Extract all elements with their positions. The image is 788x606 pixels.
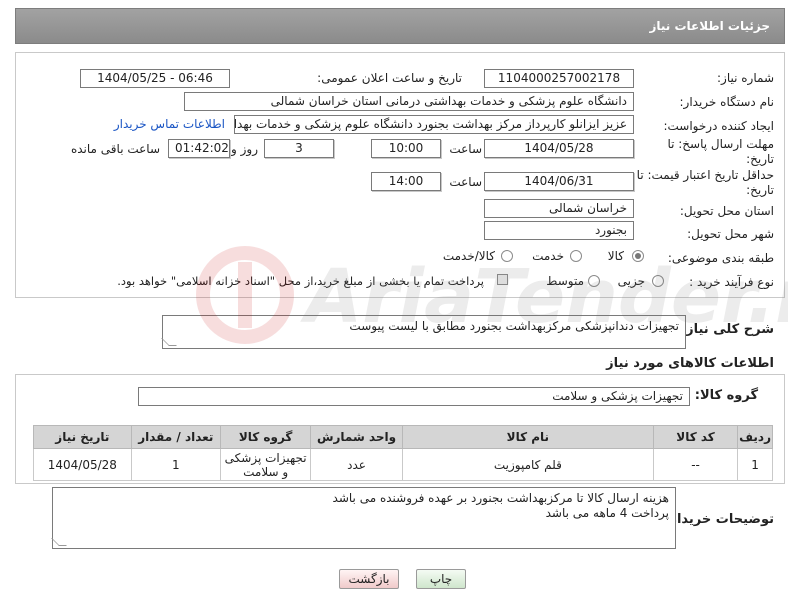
category-radio-goods-service[interactable] xyxy=(501,250,513,262)
remaining-time-field: 01:42:02 xyxy=(168,139,230,158)
need-number-label: شماره نیاز: xyxy=(717,71,774,85)
col-header-date: تاریخ نیاز xyxy=(33,425,132,449)
cell-name: قلم کامپوزیت xyxy=(401,448,654,481)
deadline-time-label: ساعت xyxy=(449,142,482,156)
buyer-notes-line-1: هزینه ارسال کالا تا مرکزبهداشت بجنورد بر… xyxy=(332,491,669,505)
remaining-label: ساعت باقی مانده xyxy=(70,142,160,156)
col-header-name: نام کالا xyxy=(401,425,654,449)
process-type-label: نوع فرآیند خرید : xyxy=(689,275,774,289)
price-validity-time-field: 14:00 xyxy=(371,172,441,191)
deadline-label-text: مهلت ارسال پاسخ: تا تاریخ: xyxy=(667,137,774,166)
cell-row: 1 xyxy=(737,448,773,481)
cell-unit: عدد xyxy=(310,448,403,481)
summary-textarea: تجهیزات دندانپزشکی مرکزبهداشت بجنورد مطا… xyxy=(161,315,686,349)
goods-section-title: اطلاعات کالاهای مورد نیاز xyxy=(606,356,774,371)
process-radio-medium[interactable] xyxy=(588,275,600,287)
back-button[interactable]: بازگشت xyxy=(339,569,399,589)
buyer-org-label: نام دستگاه خریدار: xyxy=(679,95,775,109)
summary-label: شرح کلی نیاز: xyxy=(680,322,774,337)
cell-qty: 1 xyxy=(130,448,221,481)
col-header-unit: واحد شمارش xyxy=(310,425,403,449)
page-title: جزئیات اطلاعات نیاز xyxy=(649,19,770,33)
col-header-row: ردیف xyxy=(737,425,773,449)
goods-group-field: تجهیزات پزشکی و سلامت xyxy=(138,387,690,406)
table-row: 1 -- قلم کامپوزیت عدد تجهیزات پزشکی و سل… xyxy=(33,448,773,481)
category-option-goods: کالا xyxy=(607,249,624,263)
deadline-label: مهلت ارسال پاسخ: تا تاریخ: xyxy=(644,137,774,167)
price-validity-label: حداقل تاریخ اعتبار قیمت: تا تاریخ: xyxy=(624,168,774,198)
price-validity-date-field: 1404/06/31 xyxy=(484,172,634,191)
resize-grip[interactable] xyxy=(161,338,177,346)
price-validity-label-text: حداقل تاریخ اعتبار قیمت: تا تاریخ: xyxy=(636,168,774,197)
deadline-date-field: 1404/05/28 xyxy=(484,139,634,158)
city-label: شهر محل تحویل: xyxy=(687,227,774,241)
process-option-minor: جزیی xyxy=(617,274,645,288)
city-field: بجنورد xyxy=(484,221,634,240)
col-header-group: گروه کالا xyxy=(219,425,312,449)
remaining-days-field: 3 xyxy=(264,139,334,158)
table-header-row: ردیف کد کالا نام کالا واحد شمارش گروه کا… xyxy=(33,425,773,449)
goods-table: ردیف کد کالا نام کالا واحد شمارش گروه کا… xyxy=(33,425,773,481)
category-label: طبقه بندی موضوعی: xyxy=(667,251,774,265)
buyer-notes-line-2: پرداخت 4 ماهه می باشد xyxy=(545,506,669,520)
header-bar: جزئیات اطلاعات نیاز xyxy=(15,8,785,44)
process-radio-minor[interactable] xyxy=(652,275,664,287)
need-number-field: 1104000257002178 xyxy=(484,69,634,88)
announce-datetime-field: 1404/05/25 - 06:46 xyxy=(80,69,230,88)
category-option-service: خدمت xyxy=(532,249,564,263)
buyer-org-field: دانشگاه علوم پزشکی و خدمات بهداشتی درمان… xyxy=(184,92,634,111)
summary-text: تجهیزات دندانپزشکی مرکزبهداشت بجنورد مطا… xyxy=(349,319,679,333)
buyer-notes-textarea: هزینه ارسال کالا تا مرکزبهداشت بجنورد بر… xyxy=(51,487,676,549)
cell-code: -- xyxy=(652,448,739,481)
buyer-notes-label: توضیحات خریدار: xyxy=(664,512,774,527)
col-header-code: کد کالا xyxy=(652,425,739,449)
requester-field: عزیز ایزانلو کارپرداز مرکز بهداشت بجنورد… xyxy=(234,115,634,134)
deadline-time-field: 10:00 xyxy=(371,139,441,158)
province-label: استان محل تحویل: xyxy=(679,204,774,218)
requester-label: ایجاد کننده درخواست: xyxy=(663,119,774,133)
cell-group: تجهیزات پزشکی و سلامت xyxy=(219,448,312,481)
treasury-payment-note: پرداخت تمام یا بخشی از مبلغ خرید،از محل … xyxy=(117,274,484,288)
process-option-medium: متوسط xyxy=(546,274,584,288)
buyer-contact-link[interactable]: اطلاعات تماس خریدار xyxy=(114,117,225,131)
category-option-goods-service: کالا/خدمت xyxy=(442,249,495,263)
category-radio-goods[interactable] xyxy=(632,250,644,262)
resize-grip[interactable] xyxy=(51,538,67,546)
category-radio-service[interactable] xyxy=(570,250,582,262)
days-label: روز و xyxy=(231,142,258,156)
province-field: خراسان شمالی xyxy=(484,199,634,218)
goods-group-label: گروه کالا: xyxy=(694,388,758,403)
announce-datetime-label: تاریخ و ساعت اعلان عمومی: xyxy=(317,71,462,85)
treasury-payment-checkbox[interactable] xyxy=(497,274,508,285)
print-button[interactable]: چاپ xyxy=(416,569,466,589)
price-validity-time-label: ساعت xyxy=(449,175,482,189)
cell-date: 1404/05/28 xyxy=(33,448,132,481)
col-header-qty: تعداد / مقدار xyxy=(130,425,221,449)
